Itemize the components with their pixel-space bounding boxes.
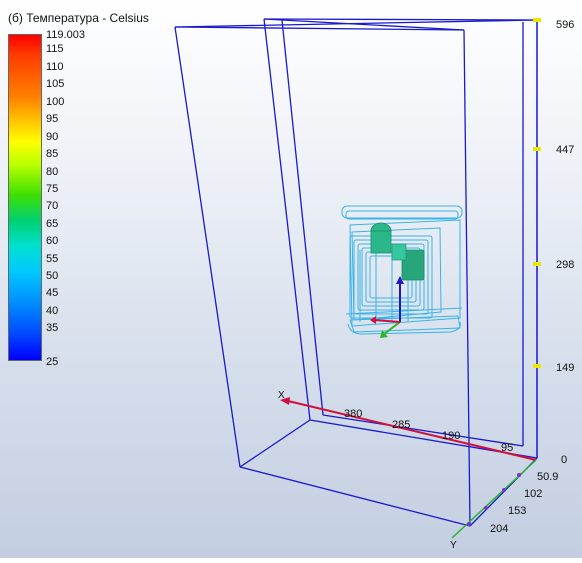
x-axis-label: X	[278, 390, 285, 401]
legend-tick-label: 60	[46, 235, 59, 247]
legend-tick-label: 105	[46, 78, 65, 90]
legend-tick-label: 95	[46, 113, 59, 125]
model-components	[370, 222, 425, 281]
y-tick-label: 204	[490, 523, 508, 535]
vertical-tick-label: 149	[556, 362, 574, 374]
y-tick-label: 153	[508, 505, 526, 517]
legend-tick-label: 35	[46, 322, 59, 334]
legend-tick-label: 45	[46, 287, 59, 299]
vertical-tick-label: 596	[556, 19, 574, 31]
legend-tick-label: 119.003	[46, 29, 85, 41]
legend-tick-label: 65	[46, 218, 59, 230]
legend-tick-label: 110	[46, 61, 64, 73]
vertical-tick-label: 298	[556, 259, 574, 271]
x-tick-label: 285	[392, 419, 410, 431]
temperature-colorbar	[8, 34, 42, 361]
legend-tick-label: 70	[46, 200, 59, 212]
legend-tick-label: 100	[46, 96, 65, 108]
legend-tick-label: 90	[46, 131, 59, 143]
vertical-tick-label: 0	[561, 454, 567, 466]
legend-tick-label: 40	[46, 305, 59, 317]
legend-tick-label: 85	[46, 148, 59, 160]
legend-tick-label: 75	[46, 183, 59, 195]
local-triad	[370, 276, 404, 338]
legend-tick-label: 115	[46, 43, 64, 55]
vertical-tick-label: 447	[556, 144, 574, 156]
legend-tick-label: 50	[46, 270, 59, 282]
x-tick-label: 95	[501, 442, 513, 454]
bounding-box	[174, 18, 538, 527]
legend-tick-label: 80	[46, 166, 59, 178]
legend-tick-label: 55	[46, 253, 59, 265]
x-tick-label: 380	[344, 408, 362, 420]
legend-title: (б) Температура - Celsius	[8, 11, 149, 25]
y-tick-label: 50.9	[537, 471, 558, 483]
legend-tick-label: 25	[46, 356, 59, 368]
x-tick-label: 190	[442, 430, 460, 442]
3d-viewport[interactable]: 596 447 298 149 0 380 285 190 95 50.9 10…	[0, 0, 582, 558]
y-tick-label: 102	[524, 488, 542, 500]
y-axis-label: Y	[450, 540, 457, 551]
scene-svg[interactable]: 596 447 298 149 0 380 285 190 95 50.9 10…	[0, 0, 582, 558]
